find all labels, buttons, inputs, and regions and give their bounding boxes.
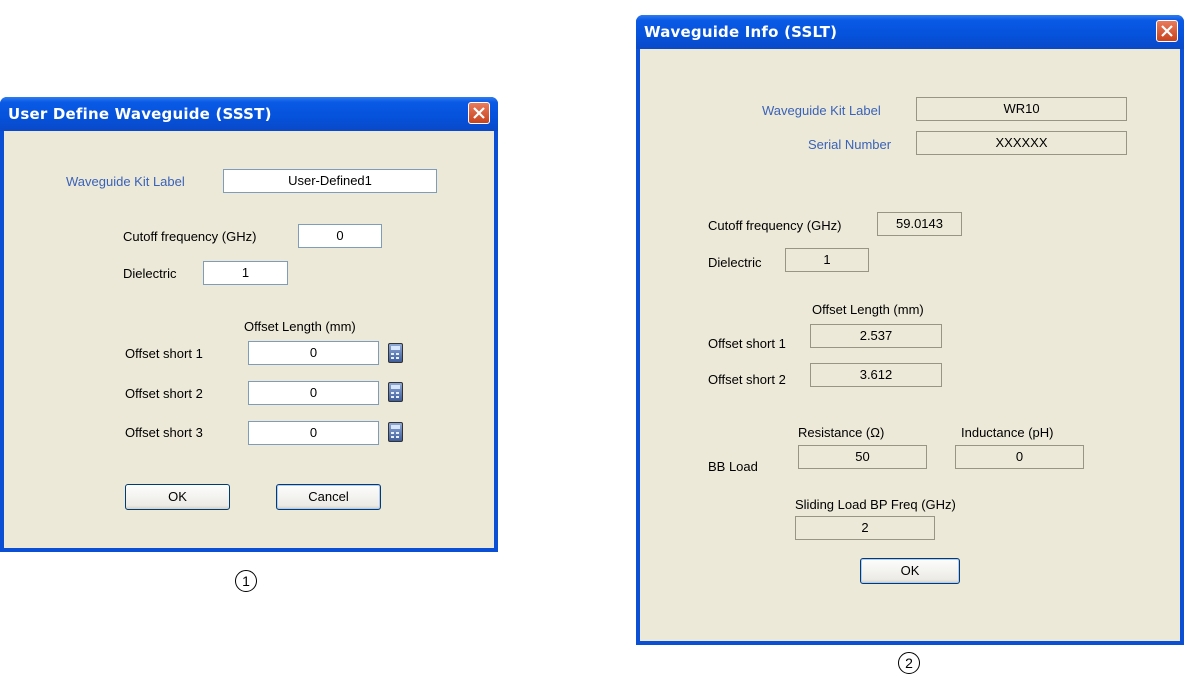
inductance-field: 0 — [955, 445, 1084, 469]
resistance-label: Resistance (Ω) — [798, 425, 885, 440]
kit-label-field: WR10 — [916, 97, 1127, 121]
close-button[interactable] — [1156, 20, 1178, 42]
callout-marker-2: 2 — [898, 652, 920, 674]
dialog-client-area: Waveguide Kit Label WR10 Serial Number X… — [640, 49, 1180, 641]
callout-marker-1: 1 — [235, 570, 257, 592]
serial-number-label: Serial Number — [808, 137, 892, 152]
title-bar[interactable]: Waveguide Info (SSLT) — [636, 15, 1184, 49]
calculator-icon[interactable] — [388, 343, 403, 363]
bb-load-label: BB Load — [708, 459, 758, 474]
resistance-field: 50 — [798, 445, 927, 469]
offset-length-header: Offset Length (mm) — [812, 302, 924, 317]
cancel-button[interactable]: Cancel — [276, 484, 381, 510]
calculator-icon[interactable] — [388, 422, 403, 442]
dielectric-label: Dielectric — [123, 266, 177, 281]
offset-short-1-field: 2.537 — [810, 324, 942, 348]
waveguide-info-dialog: Waveguide Info (SSLT) Waveguide Kit Labe… — [636, 15, 1184, 645]
cutoff-field: 59.0143 — [877, 212, 962, 236]
inductance-label: Inductance (pH) — [961, 425, 1054, 440]
user-define-waveguide-dialog: User Define Waveguide (SSST) Waveguide K… — [0, 97, 498, 552]
dialog-title: User Define Waveguide (SSST) — [8, 105, 272, 123]
sliding-load-label: Sliding Load BP Freq (GHz) — [795, 497, 956, 512]
offset-short-1-label: Offset short 1 — [125, 346, 203, 361]
kit-label-label: Waveguide Kit Label — [762, 103, 881, 118]
dialog-title: Waveguide Info (SSLT) — [644, 23, 838, 41]
sliding-load-field: 2 — [795, 516, 935, 540]
serial-number-field: XXXXXX — [916, 131, 1127, 155]
offset-short-1-field[interactable]: 0 — [248, 341, 379, 365]
kit-label-field[interactable]: User-Defined1 — [223, 169, 437, 193]
ok-button[interactable]: OK — [125, 484, 230, 510]
dielectric-field[interactable]: 1 — [203, 261, 288, 285]
dielectric-field: 1 — [785, 248, 869, 272]
dialog-client-area: Waveguide Kit Label User-Defined1 Cutoff… — [4, 131, 494, 548]
offset-short-1-label: Offset short 1 — [708, 336, 786, 351]
cutoff-label: Cutoff frequency (GHz) — [708, 218, 842, 233]
close-icon — [473, 107, 485, 119]
offset-short-2-field[interactable]: 0 — [248, 381, 379, 405]
offset-short-2-label: Offset short 2 — [708, 372, 786, 387]
offset-short-3-field[interactable]: 0 — [248, 421, 379, 445]
offset-short-3-label: Offset short 3 — [125, 425, 203, 440]
offset-short-2-label: Offset short 2 — [125, 386, 203, 401]
cutoff-label: Cutoff frequency (GHz) — [123, 229, 257, 244]
close-icon — [1161, 25, 1173, 37]
cutoff-field[interactable]: 0 — [298, 224, 382, 248]
ok-button[interactable]: OK — [860, 558, 960, 584]
calculator-icon[interactable] — [388, 382, 403, 402]
close-button[interactable] — [468, 102, 490, 124]
offset-length-header: Offset Length (mm) — [244, 319, 356, 334]
title-bar[interactable]: User Define Waveguide (SSST) — [0, 97, 498, 131]
offset-short-2-field: 3.612 — [810, 363, 942, 387]
kit-label-label: Waveguide Kit Label — [66, 174, 185, 189]
dielectric-label: Dielectric — [708, 255, 762, 270]
